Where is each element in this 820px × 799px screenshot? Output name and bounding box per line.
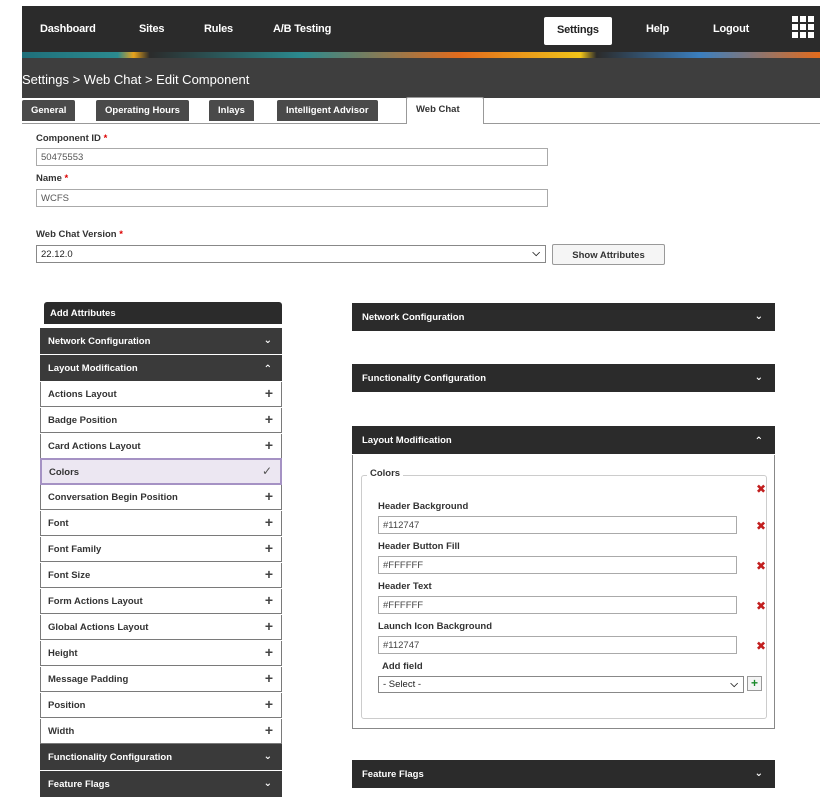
web-chat-version-value: 22.12.0 [41, 249, 73, 260]
header-background-field[interactable]: #112747 [378, 516, 737, 534]
tab-inlays[interactable]: Inlays [209, 100, 254, 121]
plus-icon: + [264, 540, 273, 556]
chevron-down-icon: ⌄ [263, 335, 272, 346]
rp-layout-modification-label: Layout Modification [362, 435, 452, 446]
rp-feature-flags[interactable]: Feature Flags ⌄ [352, 760, 775, 788]
nav-settings[interactable]: Settings [544, 17, 612, 45]
attr-height[interactable]: Height + [40, 641, 282, 666]
plus-icon: + [264, 566, 273, 582]
remove-launch-icon-background-icon[interactable]: ✖ [756, 639, 766, 653]
plus-icon: + [264, 411, 273, 427]
page-header: Settings > Web Chat > Edit Component [22, 58, 820, 98]
nav-logout[interactable]: Logout [713, 23, 749, 35]
web-chat-version-label: Web Chat Version * [36, 229, 123, 240]
chevron-down-icon: ⌄ [754, 311, 763, 322]
tab-operating-hours[interactable]: Operating Hours [96, 100, 189, 121]
rp-functionality-configuration-label: Functionality Configuration [362, 373, 487, 384]
attr-font-size[interactable]: Font Size + [40, 563, 282, 588]
header-button-fill-label: Header Button Fill [378, 541, 460, 552]
attr-global-actions-layout[interactable]: Global Actions Layout + [40, 615, 282, 640]
remove-header-background-icon[interactable]: ✖ [756, 519, 766, 533]
plus-icon: + [264, 514, 273, 530]
lp-network-configuration-label: Network Configuration [48, 336, 151, 347]
attr-width[interactable]: Width + [40, 719, 282, 744]
apps-grid-icon[interactable] [792, 16, 814, 38]
lp-network-configuration[interactable]: Network Configuration ⌄ [40, 328, 282, 354]
remove-header-button-fill-icon[interactable]: ✖ [756, 559, 766, 573]
lp-functionality-configuration-label: Functionality Configuration [48, 752, 173, 763]
rp-network-configuration-label: Network Configuration [362, 312, 465, 323]
add-field-plus-button[interactable]: + [747, 676, 762, 691]
plus-icon: + [264, 385, 273, 401]
chevron-down-icon: ⌄ [754, 768, 763, 779]
component-id-label: Component ID * [36, 133, 108, 144]
attr-form-actions-layout[interactable]: Form Actions Layout + [40, 589, 282, 614]
plus-icon: + [264, 722, 273, 738]
tab-web-chat[interactable]: Web Chat [406, 97, 484, 124]
nav-help[interactable]: Help [646, 23, 669, 35]
add-field-select[interactable]: - Select - ⌵ [378, 676, 744, 693]
attr-colors[interactable]: Colors ✓ [40, 458, 282, 485]
chevron-up-icon: ⌃ [754, 436, 763, 447]
attr-message-padding[interactable]: Message Padding + [40, 667, 282, 692]
plus-icon: + [264, 644, 273, 660]
header-background-label: Header Background [378, 501, 469, 512]
attr-font-family[interactable]: Font Family + [40, 537, 282, 562]
plus-icon: + [264, 696, 273, 712]
nav-rules[interactable]: Rules [204, 23, 233, 35]
tab-intelligent-advisor[interactable]: Intelligent Advisor [277, 100, 378, 121]
header-button-fill-field[interactable]: #FFFFFF [378, 556, 737, 574]
web-chat-version-select[interactable]: 22.12.0 ⌵ [36, 245, 546, 263]
plus-icon: + [264, 670, 273, 686]
check-icon: ✓ [261, 464, 272, 478]
attr-font[interactable]: Font + [40, 511, 282, 536]
lp-feature-flags[interactable]: Feature Flags ⌄ [40, 771, 282, 797]
rp-network-configuration[interactable]: Network Configuration ⌄ [352, 303, 775, 331]
top-nav: Dashboard Sites Rules A/B Testing Settin… [22, 6, 820, 58]
name-label: Name * [36, 173, 69, 184]
nav-sites[interactable]: Sites [139, 23, 164, 35]
show-attributes-button[interactable]: Show Attributes [552, 244, 665, 265]
chevron-down-icon: ⌵ [532, 248, 540, 259]
name-field[interactable]: WCFS [36, 189, 548, 207]
lp-functionality-configuration[interactable]: Functionality Configuration ⌄ [40, 744, 282, 770]
plus-icon: + [264, 618, 273, 634]
attr-badge-position[interactable]: Badge Position + [40, 408, 282, 433]
colors-fieldset: ✖ Header Background #112747 ✖ Header But… [361, 475, 767, 719]
layout-modification-body: ✖ Header Background #112747 ✖ Header But… [352, 455, 775, 729]
attr-card-actions-layout[interactable]: Card Actions Layout + [40, 434, 282, 459]
rp-feature-flags-label: Feature Flags [362, 769, 424, 780]
launch-icon-background-field[interactable]: #112747 [378, 636, 737, 654]
header-text-field[interactable]: #FFFFFF [378, 596, 737, 614]
breadcrumb: Settings > Web Chat > Edit Component [22, 72, 250, 87]
chevron-down-icon: ⌄ [754, 372, 763, 383]
chevron-down-icon: ⌵ [730, 679, 738, 690]
nav-dashboard[interactable]: Dashboard [40, 23, 96, 35]
nav-ab-testing[interactable]: A/B Testing [273, 23, 331, 35]
add-field-value: - Select - [383, 679, 422, 690]
add-field-label: Add field [382, 661, 423, 672]
launch-icon-background-label: Launch Icon Background [378, 621, 493, 632]
plus-icon: + [264, 437, 273, 453]
chevron-down-icon: ⌄ [263, 751, 272, 762]
add-attributes-title: Add Attributes [44, 302, 282, 324]
attr-actions-layout[interactable]: Actions Layout + [40, 382, 282, 407]
attr-conversation-begin-position[interactable]: Conversation Begin Position + [40, 485, 282, 510]
colors-legend: Colors [367, 468, 404, 479]
plus-icon: + [264, 488, 273, 504]
attr-position[interactable]: Position + [40, 693, 282, 718]
plus-icon: + [264, 592, 273, 608]
chevron-up-icon: ⌃ [263, 364, 272, 375]
rp-layout-modification[interactable]: Layout Modification ⌃ [352, 426, 775, 454]
lp-feature-flags-label: Feature Flags [48, 779, 110, 790]
remove-header-text-icon[interactable]: ✖ [756, 599, 766, 613]
rp-functionality-configuration[interactable]: Functionality Configuration ⌄ [352, 364, 775, 392]
component-id-field[interactable]: 50475553 [36, 148, 548, 166]
remove-colors-icon[interactable]: ✖ [756, 482, 766, 496]
tab-general[interactable]: General [22, 100, 76, 121]
lp-layout-modification[interactable]: Layout Modification ⌃ [40, 355, 282, 381]
header-text-label: Header Text [378, 581, 432, 592]
lp-layout-modification-label: Layout Modification [48, 363, 138, 374]
chevron-down-icon: ⌄ [263, 778, 272, 789]
